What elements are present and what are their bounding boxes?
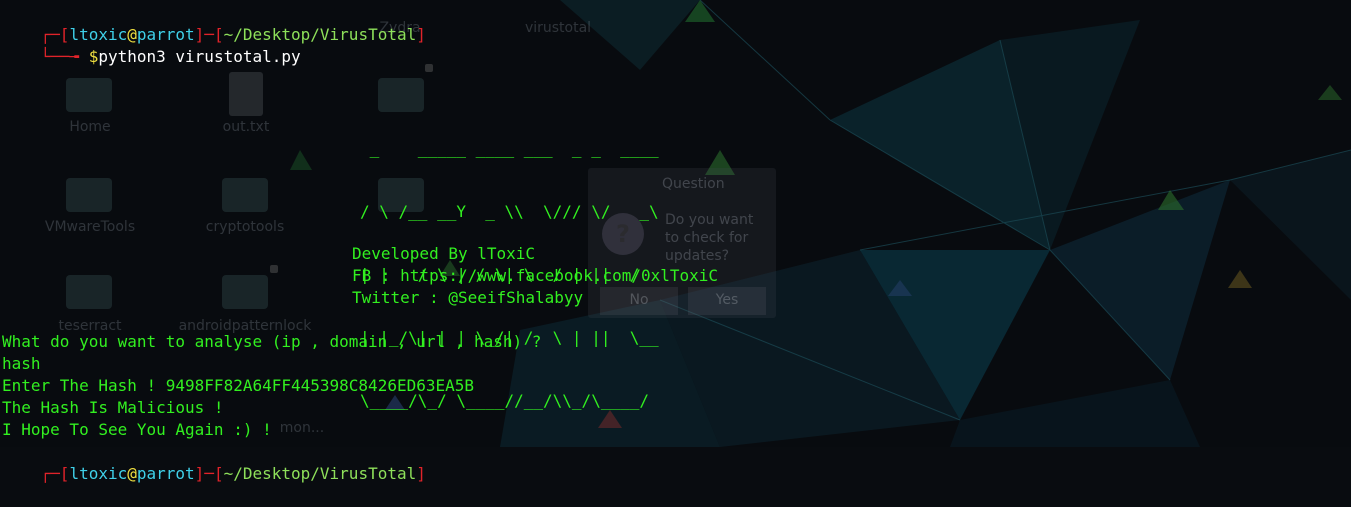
command-line: └──╼ $python3 virustotal.py <box>2 24 301 90</box>
farewell-message: I Hope To See You Again :) ! <box>2 420 272 439</box>
prompt-corner: ┌─[ <box>40 464 70 483</box>
prompt-arrow: └──╼ <box>40 47 89 66</box>
analyse-question: What do you want to analyse (ip , domain… <box>2 332 542 351</box>
prompt-sep: ]─[ <box>194 464 224 483</box>
prompt-host: parrot <box>136 464 195 483</box>
scan-result: The Hash Is Malicious ! <box>2 398 224 417</box>
facebook-credit: FB : https://www.facebook.com/0xlToxiC <box>352 266 719 285</box>
terminal[interactable]: ┌─[ltoxic@parrot]─[~/Desktop/VirusTotal]… <box>0 0 1351 483</box>
banner-line: / \ /__ __Y _ \\ \/// \/ _\ <box>360 202 659 221</box>
prompt-close: ] <box>416 25 426 44</box>
hash-prompt: Enter The Hash ! <box>2 376 166 395</box>
prompt-path: ~/Desktop/VirusTotal <box>223 464 417 483</box>
prompt-symbol: $ <box>88 47 99 66</box>
command-text: python3 virustotal.py <box>98 47 301 66</box>
next-prompt-line: ┌─[ltoxic@parrot]─[~/Desktop/VirusTotal] <box>2 441 426 507</box>
prompt-at: @ <box>127 464 137 483</box>
hash-line: Enter The Hash ! 9498FF82A64FF445398C842… <box>2 375 474 397</box>
prompt-close: ] <box>416 464 426 483</box>
twitter-credit: Twitter : @SeeifShalabyy <box>352 288 584 307</box>
developer-credit: Developed By lToxiC <box>352 244 536 263</box>
prompt-user: ltoxic <box>69 464 128 483</box>
hash-value: 9498FF82A64FF445398C8426ED63EA5B <box>165 376 475 395</box>
user-answer: hash <box>2 354 41 373</box>
banner-line: _ _____ ____ ___ _ _ ____ <box>360 139 659 158</box>
